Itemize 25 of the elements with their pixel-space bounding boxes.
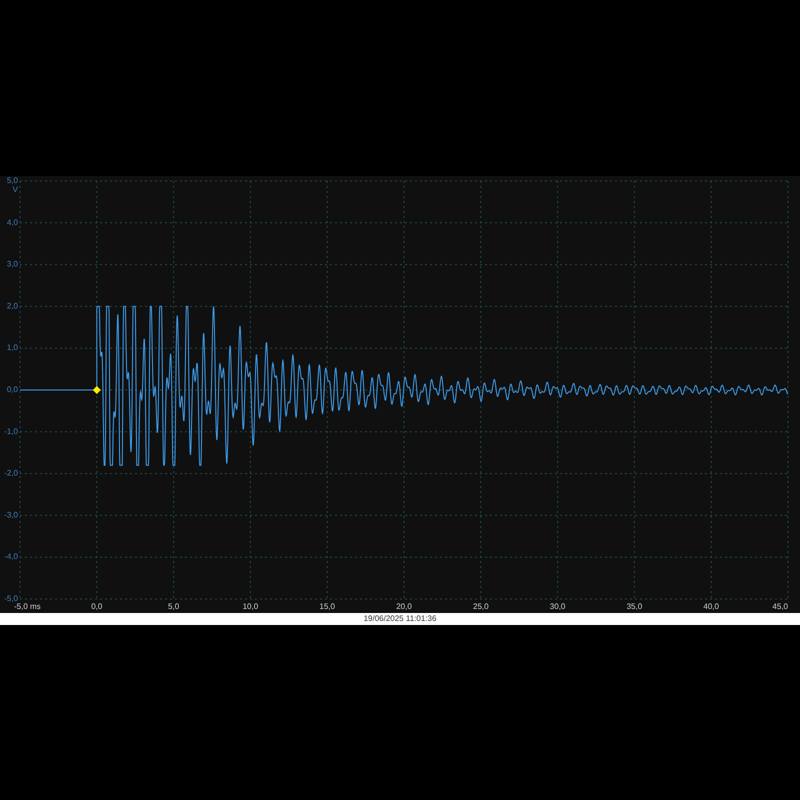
y-axis-label: 1,0 <box>6 343 18 352</box>
x-axis-label: 15,0 <box>319 602 335 611</box>
y-axis-unit: V <box>12 185 18 194</box>
y-axis-label: -3,0 <box>4 510 18 520</box>
trigger-marker-icon[interactable] <box>92 386 101 394</box>
x-axis-label: 0,0 <box>91 602 102 611</box>
y-axis-label: 0,0 <box>6 385 18 394</box>
x-axis-label: 30,0 <box>550 602 566 611</box>
x-axis-label: 40,0 <box>703 602 719 611</box>
y-axis-label: -5,0 <box>4 594 18 603</box>
y-axis-label: 2,0 <box>6 301 18 310</box>
y-axis-label: 5,0 <box>6 176 18 185</box>
y-axis-label: 4,0 <box>6 218 18 227</box>
x-axis-label: 10,0 <box>242 602 258 611</box>
y-axis-label: -1,0 <box>4 426 18 436</box>
y-axis-label: -2,0 <box>4 468 18 478</box>
y-axis-label: 3,0 <box>6 260 18 269</box>
x-axis-label: 45,0 <box>772 602 788 611</box>
x-axis-label: 5,0 <box>168 602 180 611</box>
y-axis-label: -4,0 <box>4 552 18 562</box>
x-axis-label: -5,0 ms <box>14 602 41 611</box>
x-axis-label: 25,0 <box>473 602 489 611</box>
x-axis-label: 20,0 <box>396 602 412 611</box>
x-axis-label: 35,0 <box>626 602 642 611</box>
timestamp: 19/06/2025 11:01:36 <box>364 613 436 625</box>
